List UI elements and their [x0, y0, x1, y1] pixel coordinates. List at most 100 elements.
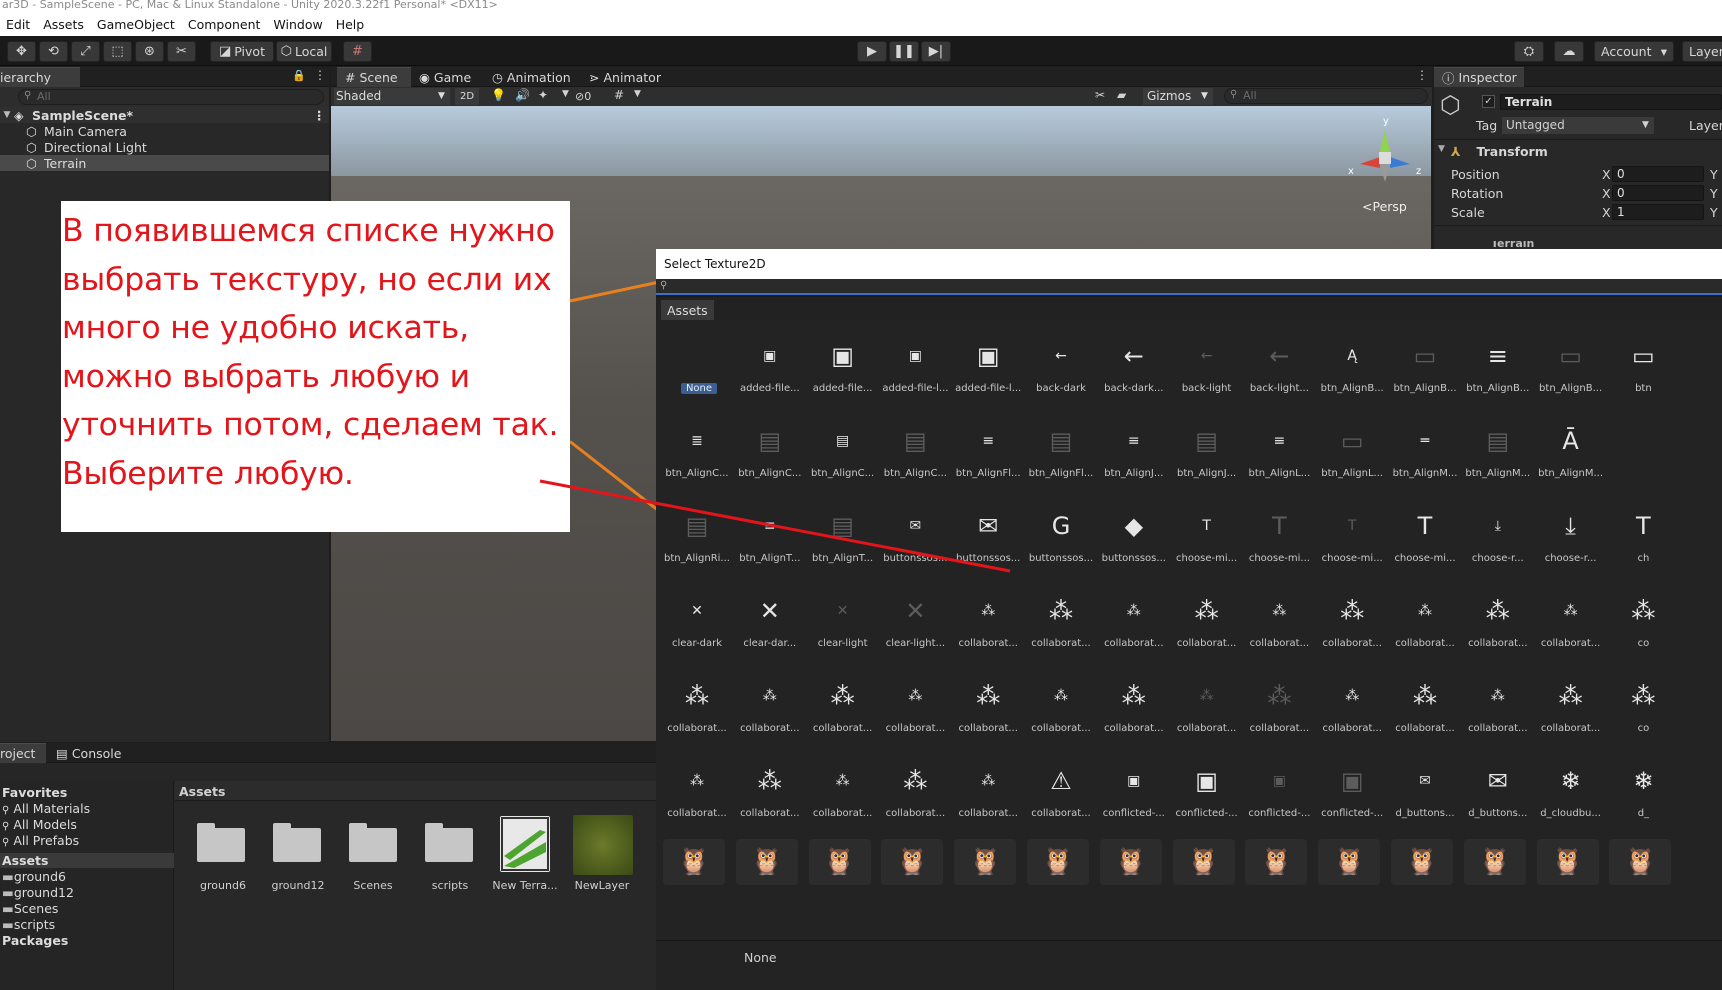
scene-kebab-icon[interactable]: ⋮	[1416, 68, 1428, 82]
picker-grid-item[interactable]: ✉ buttonssos...	[875, 497, 955, 591]
picker-grid-item[interactable]: ▣ added-file...	[730, 327, 810, 421]
folder-scenes[interactable]: ▬Scenes	[2, 901, 58, 916]
terrain-data-asset[interactable]	[500, 816, 550, 872]
picker-grid-item[interactable]: ← back-light	[1167, 327, 1247, 421]
asset-folder-scripts[interactable]	[425, 820, 475, 862]
owl-mascot-thumbnail-icon[interactable]: 🦉	[954, 839, 1017, 885]
camera-icon[interactable]: ▰	[1117, 88, 1126, 102]
scale-tool-button[interactable]: ⤢	[71, 41, 100, 62]
scene-search-input[interactable]: All	[1224, 88, 1428, 104]
picker-grid-item[interactable]: ⁂ collaborat...	[1021, 667, 1101, 761]
account-dropdown[interactable]: Account ▾	[1594, 41, 1674, 62]
custom-tool-button[interactable]: ✂	[167, 41, 196, 62]
tab-game[interactable]: ◉ Game	[411, 67, 479, 87]
asset-folder-ground6[interactable]	[197, 820, 247, 862]
scene-orientation-gizmo[interactable]: y x z	[1340, 112, 1430, 212]
picker-grid-item[interactable]: Ąbtn_AlignB...	[1312, 327, 1392, 421]
transform-header[interactable]: ▼ ⅄ Transform	[1438, 144, 1548, 159]
scene-kebab-icon[interactable]: ⋮	[313, 108, 326, 123]
shading-mode-dropdown[interactable]: Shaded ▼	[334, 88, 450, 105]
tab-scene[interactable]: # Scene	[337, 67, 411, 87]
breadcrumb-assets[interactable]: Assets	[179, 784, 225, 799]
picker-grid-item[interactable]: ▭ btn_AlignL...	[1312, 412, 1392, 506]
picker-grid-item[interactable]: ✕ clear-light	[803, 582, 883, 676]
favorite-all-prefabs[interactable]: ⚲ All Prefabs	[2, 833, 79, 848]
picker-grid-item[interactable]: ▤ btn_AlignC...	[803, 412, 883, 506]
toggle-2d-button[interactable]: 2D	[455, 88, 479, 105]
picker-grid-item[interactable]: ⁂ collaborat...	[1239, 667, 1319, 761]
owl-mascot-thumbnail-icon[interactable]: 🦉	[735, 839, 798, 885]
effects-icon[interactable]: ✦	[538, 88, 548, 102]
picker-grid-item[interactable]: ✕ clear-dark	[657, 582, 737, 676]
picker-grid-item[interactable]: ▣ added-file-l...	[948, 327, 1028, 421]
owl-mascot-thumbnail-icon[interactable]: 🦉	[663, 839, 725, 885]
picker-grid-item[interactable]: ▤ btn_AlignC...	[730, 412, 810, 506]
position-x-field[interactable]: 0	[1612, 166, 1704, 182]
persp-label[interactable]: <Persp	[1362, 199, 1407, 214]
picker-grid-item[interactable]: Ābtn_AlignM...	[1531, 412, 1611, 506]
owl-mascot-thumbnail-icon[interactable]: 🦉	[881, 839, 944, 885]
picker-grid-item[interactable]: ≡ btn_AlignL...	[1239, 412, 1319, 506]
picker-grid-item[interactable]: ⁂ collaborat...	[875, 752, 955, 846]
favorite-all-models[interactable]: ⚲ All Models	[2, 817, 77, 832]
tab-console[interactable]: ▤ Console	[48, 743, 129, 763]
folder-ground12[interactable]: ▬ground12	[2, 885, 74, 900]
collab-button[interactable]: ⛭	[1514, 41, 1544, 62]
picker-grid-item[interactable]: ✕ clear-dar...	[730, 582, 810, 676]
packages-folder[interactable]: Packages	[2, 933, 68, 948]
picker-grid-item[interactable]: ≣ btn_AlignC...	[657, 412, 737, 506]
menu-edit[interactable]: Edit	[0, 17, 37, 32]
picker-grid-item[interactable]: ⁂ collaborat...	[1312, 667, 1392, 761]
chevron-down-icon[interactable]: ▼	[634, 89, 641, 99]
audio-icon[interactable]: 🔊	[515, 88, 530, 102]
owl-mascot-thumbnail-icon[interactable]: 🦉	[1172, 839, 1235, 885]
picker-grid-item[interactable]: ⁂ collaborat...	[1094, 582, 1174, 676]
picker-grid-item[interactable]: ▤ btn_AlignT...	[803, 497, 883, 591]
menu-help[interactable]: Help	[330, 17, 372, 32]
picker-grid-item[interactable]: ▤ btn_AlignC...	[875, 412, 955, 506]
move-tool-button[interactable]: ✥	[7, 41, 36, 62]
expand-triangle-icon[interactable]: ▼	[0, 110, 14, 120]
asset-folder-ground12[interactable]	[273, 820, 323, 862]
hierarchy-item-terrain[interactable]: ⬡ Terrain	[0, 155, 329, 171]
assets-folder-header[interactable]: Assets	[0, 853, 174, 868]
picker-grid-item[interactable]: ≡ btn_AlignFl...	[948, 412, 1028, 506]
owl-mascot-thumbnail-icon[interactable]: 🦉	[1609, 839, 1672, 885]
scale-x-field[interactable]: 1	[1612, 204, 1704, 220]
asset-folder-scenes[interactable]	[349, 820, 399, 862]
kebab-menu-icon[interactable]: ⋮	[314, 68, 326, 82]
picker-grid-item[interactable]: ⁂ co	[1603, 667, 1683, 761]
picker-grid-item[interactable]: ⁂ collaborat...	[1458, 667, 1538, 761]
picker-grid-item[interactable]: Tchoose-mi...	[1167, 497, 1247, 591]
gizmos-dropdown[interactable]: Gizmos ▼	[1143, 88, 1213, 105]
pivot-toggle[interactable]: ◪ Pivot	[210, 41, 274, 62]
picker-grid-item[interactable]: ◆ buttonssos...	[1094, 497, 1174, 591]
picker-grid-item[interactable]: ✕ clear-light...	[875, 582, 955, 676]
picker-grid-item[interactable]: ⁂ collaborat...	[948, 667, 1028, 761]
picker-grid-item[interactable]: ⁂ collaborat...	[657, 752, 737, 846]
picker-tab-assets[interactable]: Assets	[661, 300, 714, 320]
owl-mascot-thumbnail-icon[interactable]: 🦉	[1463, 839, 1526, 885]
picker-grid-item[interactable]: ▭ btn_AlignB...	[1385, 327, 1465, 421]
picker-grid-item[interactable]: ▣ added-file-l...	[875, 327, 955, 421]
grid-toggle-icon[interactable]: #	[614, 88, 624, 102]
picker-grid-item[interactable]: ▭ btn	[1603, 327, 1683, 421]
favorite-all-materials[interactable]: ⚲ All Materials	[2, 801, 90, 816]
picker-grid-item[interactable]: ▤ btn_AlignFl...	[1021, 412, 1101, 506]
picker-grid-item[interactable]: ⁂ collaborat...	[1239, 582, 1319, 676]
cloud-button[interactable]: ☁	[1554, 41, 1584, 62]
lighting-icon[interactable]: 💡	[491, 88, 506, 102]
picker-grid-item[interactable]: ⁂ collaborat...	[1167, 582, 1247, 676]
picker-grid-item[interactable]: ⁂ collaborat...	[1167, 667, 1247, 761]
picker-grid-item[interactable]: ⁂ collaborat...	[730, 752, 810, 846]
picker-grid-item[interactable]: ⁂ collaborat...	[1021, 582, 1101, 676]
picker-grid-item[interactable]: Tchoose-mi...	[1312, 497, 1392, 591]
picker-grid-item[interactable]: Tchoose-mi...	[1385, 497, 1465, 591]
tab-animation[interactable]: ◷ Animation	[484, 67, 579, 87]
picker-grid-item[interactable]: ← back-dark...	[1094, 327, 1174, 421]
menu-window[interactable]: Window	[267, 17, 329, 32]
picker-grid-item[interactable]: ⁂ collaborat...	[1458, 582, 1538, 676]
picker-grid-item[interactable]: ⁂ co	[1603, 582, 1683, 676]
picker-grid-item[interactable]: ← back-dark	[1021, 327, 1101, 421]
hierarchy-item-main-camera[interactable]: ⬡ Main Camera	[26, 123, 127, 139]
